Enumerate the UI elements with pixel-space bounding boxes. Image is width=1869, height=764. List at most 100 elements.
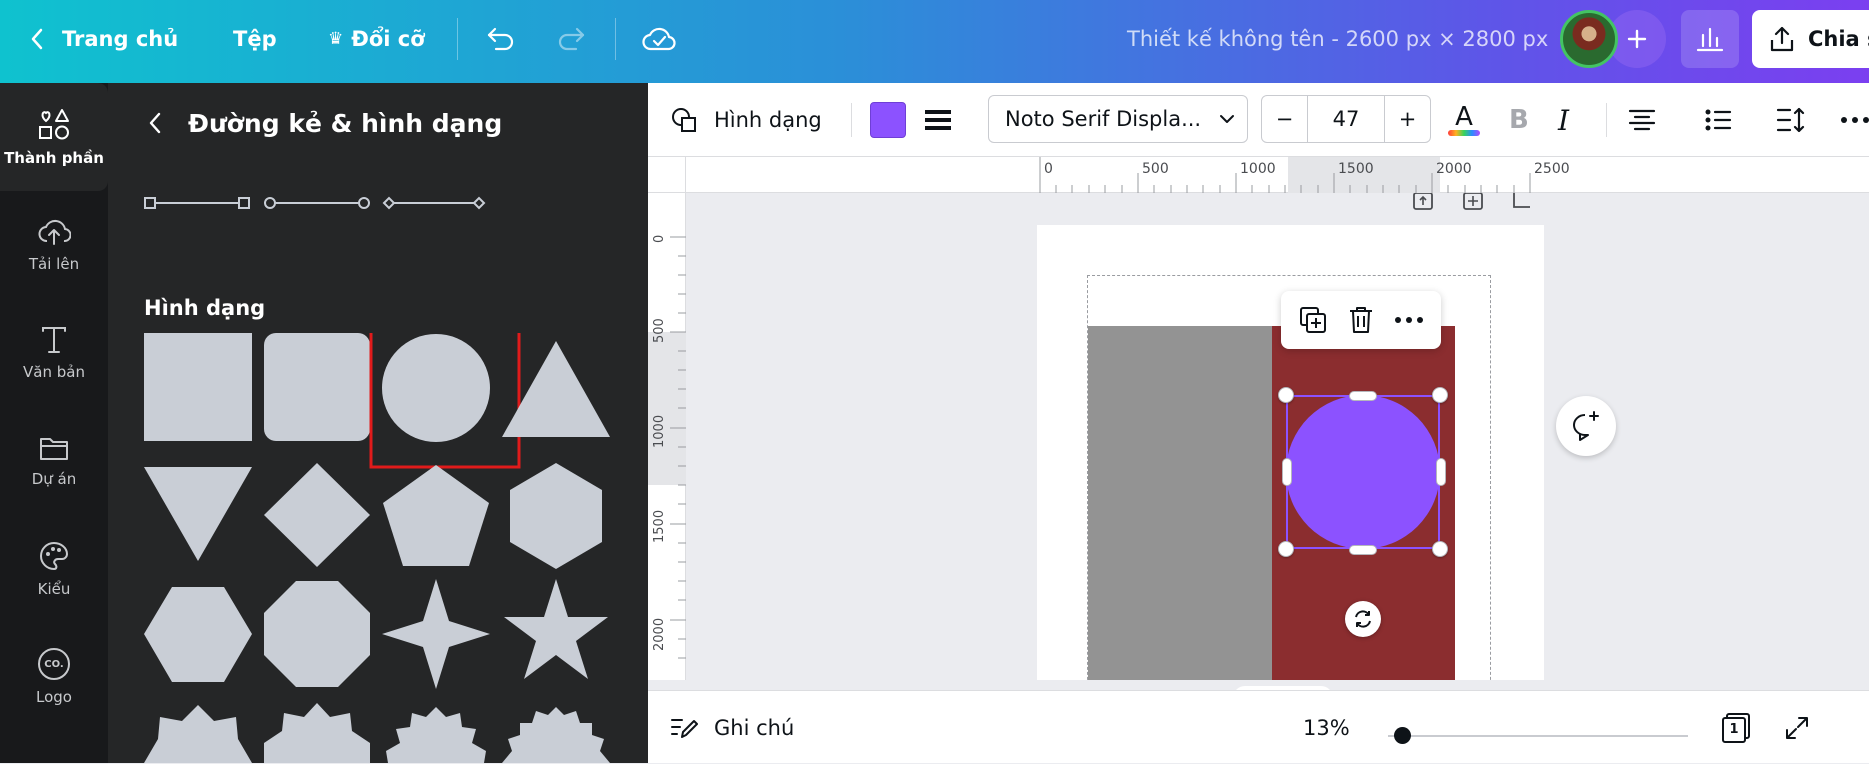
list-button[interactable] [1704, 83, 1732, 157]
design-canvas[interactable] [686, 193, 1869, 680]
rail-item-elements[interactable]: Thành phần [0, 83, 108, 191]
bold-button[interactable]: B [1509, 83, 1529, 157]
more-horizontal-icon[interactable] [1394, 316, 1424, 324]
upload-icon [1770, 26, 1794, 52]
resize-handle-bottom[interactable] [1349, 545, 1377, 555]
rail-item-text[interactable]: Văn bản [0, 299, 108, 407]
rail-item-projects[interactable]: Dự án [0, 407, 108, 515]
page-number: 1 [1722, 716, 1746, 743]
font-family-select[interactable]: Noto Serif Displa... [988, 95, 1248, 143]
notes-button[interactable]: Ghi chú [670, 691, 794, 764]
resize-handle-bottom-left[interactable] [1278, 541, 1294, 557]
ruler-corner [648, 157, 686, 193]
user-avatar[interactable] [1560, 10, 1618, 68]
selection-box [1286, 395, 1440, 549]
resize-handle-top[interactable] [1349, 391, 1377, 401]
home-label: Trang chủ [62, 27, 179, 51]
font-size-input[interactable]: 47 [1308, 96, 1384, 142]
italic-button[interactable]: I [1558, 83, 1569, 157]
font-size-decrease-button[interactable]: − [1262, 96, 1308, 142]
share-button[interactable]: Chia s [1752, 10, 1869, 68]
logo-icon: CO. [38, 648, 70, 680]
resize-handle-top-right[interactable] [1432, 387, 1448, 403]
fullscreen-button[interactable] [1784, 691, 1810, 764]
zoom-slider-knob[interactable] [1393, 727, 1411, 744]
shape-hexagon-wide[interactable] [144, 587, 252, 682]
shape-square[interactable] [144, 333, 252, 441]
zoom-slider[interactable] [1388, 727, 1688, 744]
zoom-value[interactable]: 13% [1303, 691, 1350, 764]
fill-color-button[interactable] [870, 83, 906, 157]
line-diamond-ends[interactable] [382, 196, 486, 210]
shape-pentagon[interactable] [383, 465, 489, 566]
shape-diamond[interactable] [264, 463, 370, 567]
trash-icon[interactable] [1347, 305, 1375, 335]
rail-label-projects: Dự án [31, 470, 77, 488]
shape-icon [672, 108, 696, 132]
shapes-grid [144, 333, 610, 763]
palette-icon [40, 541, 69, 571]
gray-rectangle[interactable] [1088, 326, 1272, 680]
shape-octagon[interactable] [264, 581, 370, 687]
comment-plus-icon [1573, 411, 1599, 441]
undo-button[interactable] [486, 0, 516, 78]
shape-triangle-down[interactable] [144, 467, 252, 561]
ruler-h-2000: 2000 [1436, 161, 1472, 177]
file-menu-button[interactable]: Tệp [233, 0, 277, 78]
shape-hexagon[interactable] [510, 463, 602, 569]
ruler-h-1500: 1500 [1338, 161, 1374, 177]
back-arrow-icon[interactable] [148, 111, 162, 135]
page-count-button[interactable]: 1 [1722, 691, 1752, 764]
shape-rounded-square[interactable] [264, 333, 370, 441]
align-center-icon [1628, 109, 1656, 131]
line-circle-ends[interactable] [264, 197, 370, 209]
design-title[interactable]: Thiết kế không tên - 2600 px × 2800 px [1127, 0, 1548, 78]
resize-handle-bottom-right[interactable] [1432, 541, 1448, 557]
redo-button[interactable] [556, 0, 586, 78]
shape-type-button[interactable]: Hình dạng [670, 83, 822, 157]
duplicate-icon[interactable] [1298, 305, 1328, 335]
ruler-h-2500: 2500 [1534, 161, 1570, 177]
align-button[interactable] [1628, 83, 1656, 157]
divider [615, 18, 616, 60]
add-page-icon[interactable] [1456, 193, 1486, 213]
cloud-save-button[interactable] [642, 0, 676, 78]
spacing-button[interactable] [1776, 83, 1806, 157]
line-square-ends[interactable] [144, 197, 250, 209]
border-style-icon [925, 110, 951, 130]
home-back-button[interactable]: Trang chủ [30, 0, 178, 78]
cloud-check-icon [642, 27, 676, 51]
rail-item-uploads[interactable]: Tải lên [0, 191, 108, 299]
page-lock-icon[interactable] [1406, 193, 1436, 213]
rail-item-logo[interactable]: CO. Logo [0, 623, 108, 731]
text-color-button[interactable]: A [1448, 83, 1480, 157]
plus-icon [1627, 29, 1647, 49]
shape-star-8[interactable] [264, 703, 370, 763]
resize-button[interactable]: ♛ Đổi cỡ [328, 0, 425, 78]
border-style-button[interactable] [924, 83, 952, 157]
shape-star-7[interactable] [144, 705, 252, 763]
resize-handle-top-left[interactable] [1278, 387, 1294, 403]
rotate-button[interactable] [1345, 601, 1381, 637]
horizontal-ruler: 0 500 1000 1500 2000 2500 [686, 157, 1869, 193]
shape-star-5[interactable] [504, 579, 608, 679]
shape-burst-16[interactable] [502, 707, 610, 763]
rail-item-styles[interactable]: Kiểu [0, 515, 108, 623]
ruler-h-0: 0 [1044, 161, 1053, 177]
line-samples [144, 196, 486, 210]
ruler-v-2000: 2000 [652, 617, 667, 651]
insights-button[interactable] [1681, 10, 1739, 68]
font-size-increase-button[interactable]: + [1384, 96, 1430, 142]
shape-star-4[interactable] [382, 579, 490, 689]
shape-circle[interactable] [382, 334, 490, 442]
context-toolbar: Hình dạng Noto Serif Displa... − 47 + A … [648, 83, 1869, 157]
page-more-icon[interactable] [1506, 193, 1536, 213]
resize-handle-right[interactable] [1436, 458, 1446, 486]
resize-handle-left[interactable] [1282, 458, 1292, 486]
more-options-button[interactable] [1840, 83, 1869, 157]
notes-pencil-icon [671, 718, 698, 738]
shape-burst-12[interactable] [386, 707, 486, 763]
add-comment-button[interactable] [1556, 396, 1616, 456]
bar-chart-icon [1696, 27, 1724, 52]
chevron-down-icon [1220, 115, 1234, 123]
